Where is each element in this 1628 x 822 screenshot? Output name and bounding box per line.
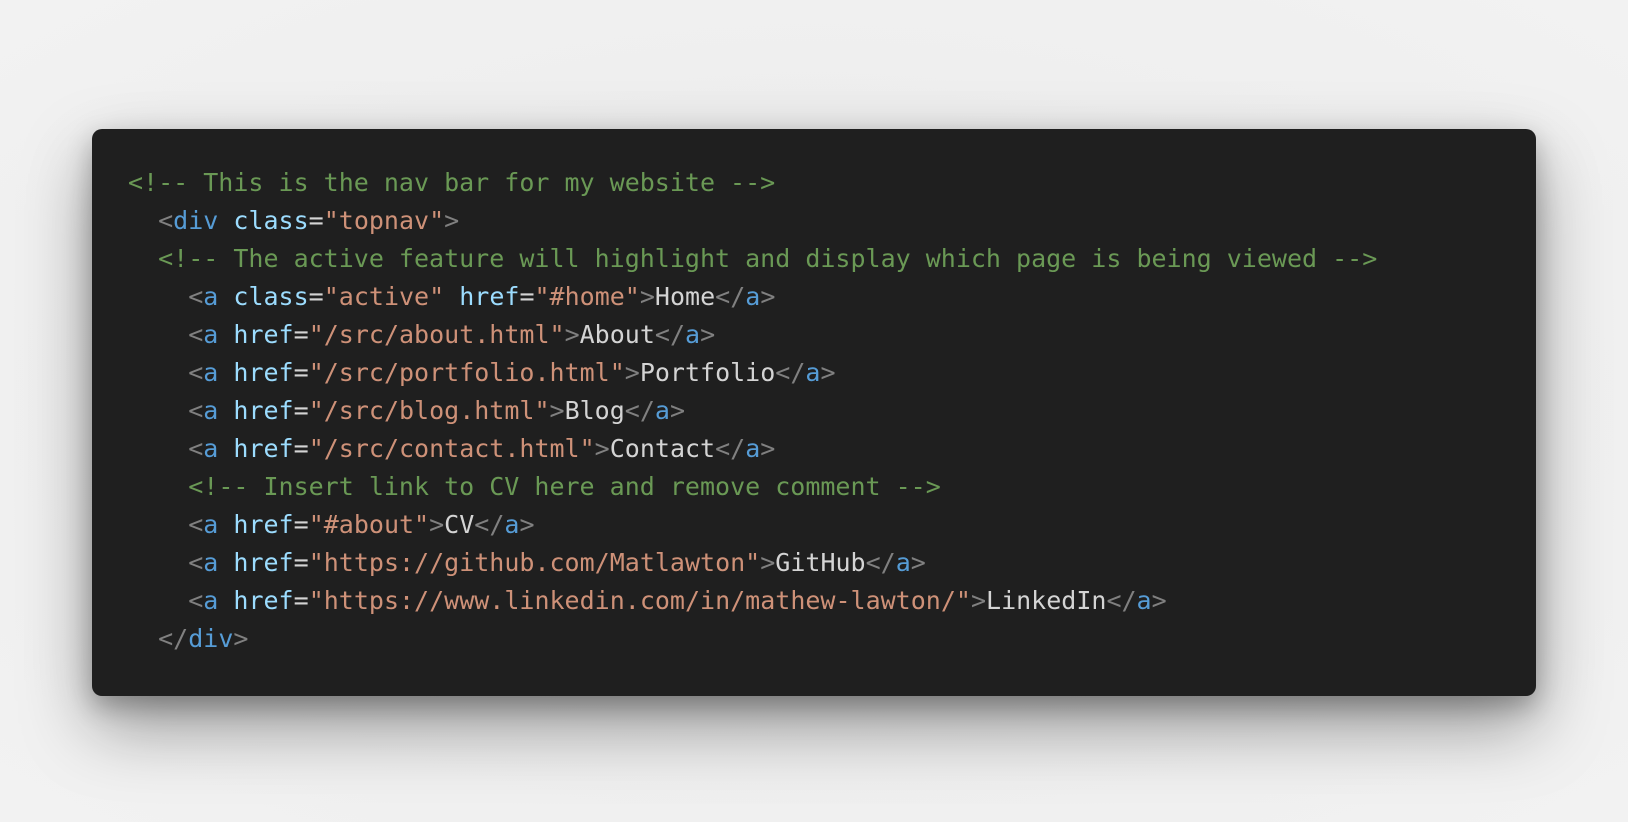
tag-name: a: [203, 548, 219, 577]
code-block: <!-- This is the nav bar for my website …: [92, 129, 1536, 696]
comment: <!-- This is the nav bar for my website …: [128, 168, 776, 197]
tag-name: a: [805, 358, 821, 387]
link-text: CV: [444, 510, 475, 539]
code-line-5: <a href="/src/about.html">About</a>: [188, 320, 716, 349]
code-line-13: </div>: [158, 624, 249, 653]
attribute-value: "/src/about.html": [308, 320, 565, 349]
tag-name: a: [203, 320, 219, 349]
code-line-2: <div class="topnav">: [158, 206, 460, 235]
tag-name: div: [173, 206, 219, 235]
code-content: <!-- This is the nav bar for my website …: [128, 164, 1536, 658]
code-line-6: <a href="/src/portfolio.html">Portfolio<…: [188, 358, 836, 387]
tag-name: a: [203, 396, 219, 425]
attribute-name: href: [459, 282, 520, 311]
code-line-8: <a href="/src/contact.html">Contact</a>: [188, 434, 776, 463]
code-line-12: <a href="https://www.linkedin.com/in/mat…: [188, 586, 1167, 615]
tag-name: a: [1136, 586, 1152, 615]
comment: <!-- The active feature will highlight a…: [158, 244, 1378, 273]
tag-name: a: [203, 510, 219, 539]
attribute-value: "https://github.com/Matlawton": [308, 548, 761, 577]
tag-name: div: [188, 624, 234, 653]
attribute-name: href: [233, 434, 294, 463]
code-line-4: <a class="active" href="#home">Home</a>: [188, 282, 776, 311]
attribute-value: "/src/blog.html": [308, 396, 550, 425]
attribute-name: href: [233, 396, 294, 425]
link-text: Portfolio: [639, 358, 776, 387]
code-line-1: <!-- This is the nav bar for my website …: [128, 164, 1536, 202]
link-text: Blog: [564, 396, 625, 425]
link-text: Home: [654, 282, 716, 311]
tag-name: a: [654, 396, 670, 425]
attribute-name: href: [233, 548, 294, 577]
attribute-name: href: [233, 320, 294, 349]
link-text: About: [579, 320, 655, 349]
attribute-value: "/src/portfolio.html": [308, 358, 625, 387]
attribute-value: "https://www.linkedin.com/in/mathew-lawt…: [308, 586, 971, 615]
comment: <!-- Insert link to CV here and remove c…: [188, 472, 941, 501]
attribute-name: class: [233, 206, 309, 235]
tag-name: a: [745, 434, 761, 463]
attribute-value: "/src/contact.html": [308, 434, 595, 463]
code-line-9: <!-- Insert link to CV here and remove c…: [128, 468, 1536, 506]
attribute-name: href: [233, 586, 294, 615]
tag-name: a: [203, 358, 219, 387]
code-line-3: <!-- The active feature will highlight a…: [128, 240, 1536, 278]
code-line-7: <a href="/src/blog.html">Blog</a>: [188, 396, 686, 425]
attribute-value: "active": [323, 282, 445, 311]
tag-name: a: [203, 586, 219, 615]
attribute-name: href: [233, 358, 294, 387]
tag-name: a: [203, 282, 219, 311]
tag-name: a: [504, 510, 520, 539]
attribute-name: class: [233, 282, 309, 311]
attribute-value: "topnav": [323, 206, 445, 235]
tag-name: a: [685, 320, 701, 349]
link-text: GitHub: [775, 548, 866, 577]
tag-name: a: [203, 434, 219, 463]
attribute-value: "#home": [534, 282, 640, 311]
tag-name: a: [895, 548, 911, 577]
link-text: LinkedIn: [986, 586, 1107, 615]
attribute-value: "#about": [308, 510, 430, 539]
link-text: Contact: [609, 434, 716, 463]
code-line-11: <a href="https://github.com/Matlawton">G…: [188, 548, 926, 577]
attribute-name: href: [233, 510, 294, 539]
tag-name: a: [745, 282, 761, 311]
code-line-10: <a href="#about">CV</a>: [188, 510, 535, 539]
